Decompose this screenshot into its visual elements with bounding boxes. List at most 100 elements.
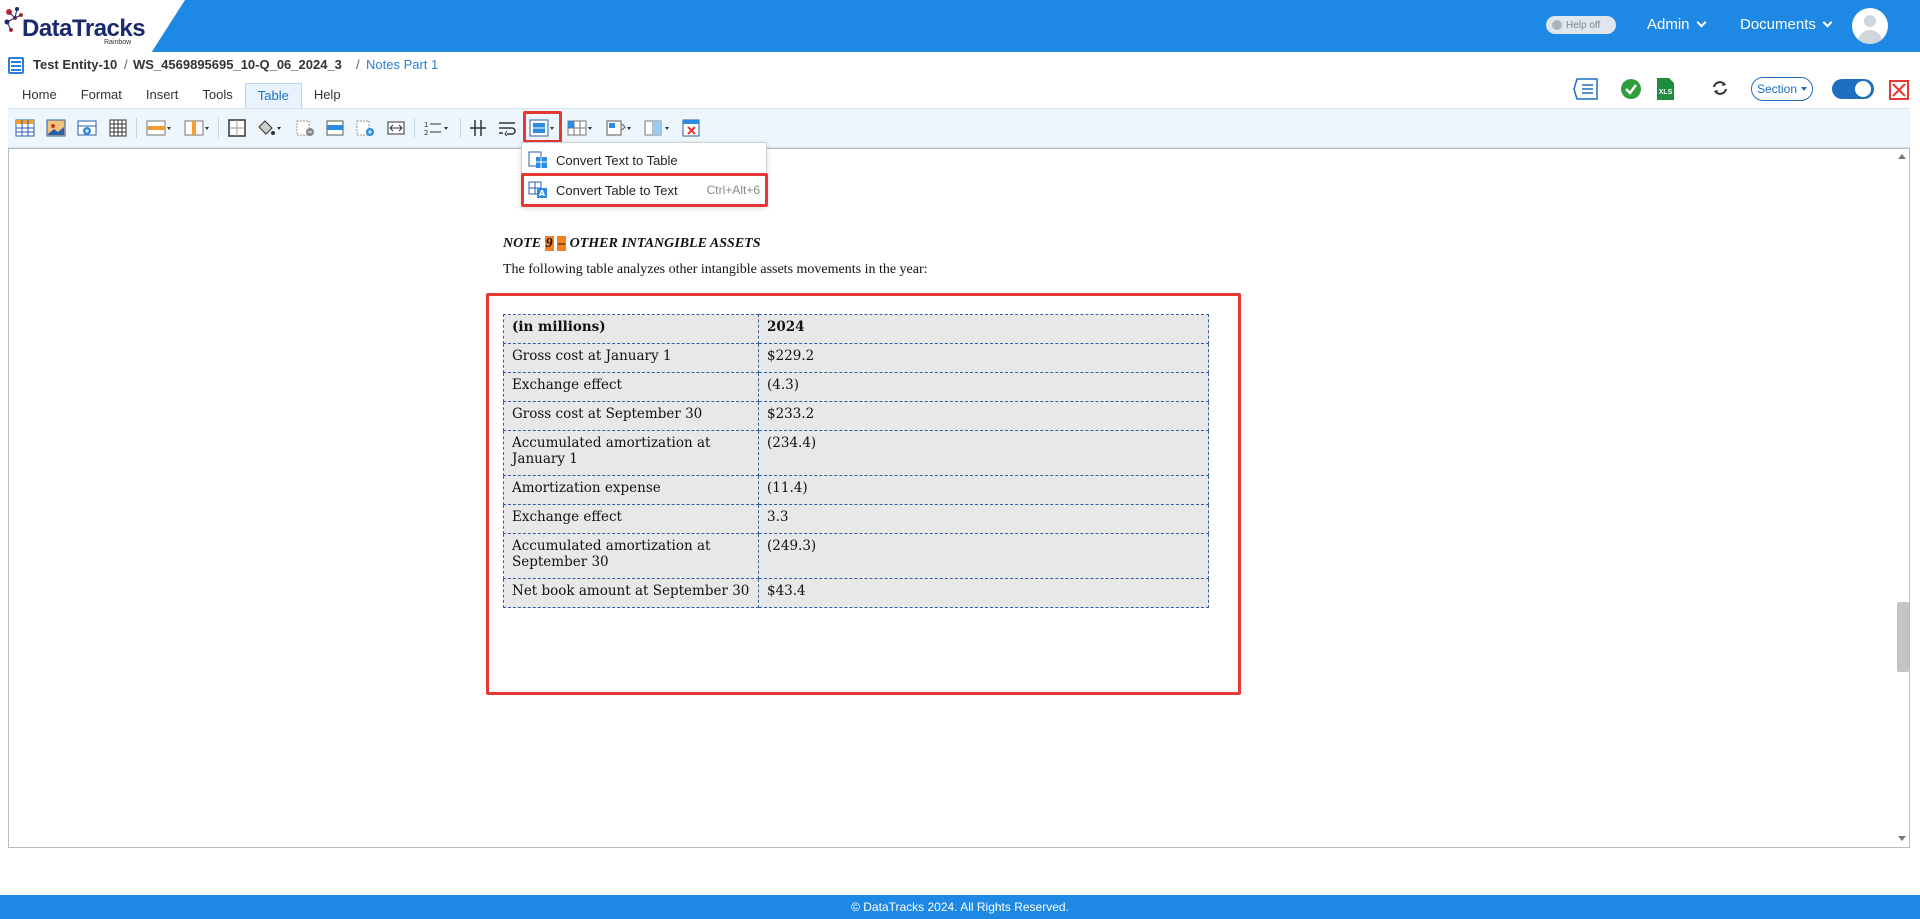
grid-lines-button[interactable] [108,118,128,138]
refresh-button[interactable] [1711,79,1729,97]
fit-width-button[interactable] [386,118,406,138]
borders-button[interactable] [227,118,247,138]
table-row: Gross cost at January 1 $229.2 [503,343,1209,373]
borders-icon [228,119,246,137]
section-dropdown-label: Section [1756,82,1798,96]
table-cell[interactable]: (11.4) [758,475,1209,505]
breadcrumb-entity[interactable]: Test Entity-10 [33,57,117,72]
scroll-up-arrow-icon[interactable] [1898,154,1906,159]
insert-row-above-button[interactable] [77,118,97,138]
note-intro: The following table analyzes other intan… [503,262,928,277]
table-cell[interactable]: Accumulated amortization at September 30 [503,533,759,579]
intangible-assets-table[interactable]: (in millions) 2024 Gross cost at January… [503,314,1209,608]
tab-tools[interactable]: Tools [190,83,244,109]
table-cell[interactable]: Gross cost at January 1 [503,343,759,373]
table-properties-button[interactable] [46,118,66,138]
text-wrap-button[interactable] [497,118,517,138]
section-dropdown[interactable]: Section [1751,77,1813,101]
tab-insert[interactable]: Insert [134,83,191,109]
user-avatar[interactable] [1852,8,1888,44]
table-row: Amortization expense (11.4) [503,475,1209,505]
scrollbar-thumb[interactable] [1897,602,1909,672]
merge-cells-button[interactable] [325,118,345,138]
table-row: Accumulated amortization at January 1 (2… [503,430,1209,476]
table-cell[interactable]: (4.3) [758,372,1209,402]
split-cells-icon [356,120,374,136]
note-heading: NOTE 9 – OTHER INTANGIBLE ASSETS [503,236,761,252]
split-cells-button[interactable] [355,118,375,138]
mode-toggle[interactable] [1832,79,1874,99]
check-badge-icon [1621,79,1641,99]
ribbon-separator [460,118,461,138]
table-cell[interactable]: (in millions) [503,314,759,344]
breadcrumb-separator: / [124,57,128,72]
close-document-button[interactable] [1889,80,1909,100]
fit-width-icon [387,121,405,135]
table-cell[interactable]: Accumulated amortization at January 1 [503,430,759,476]
table-cell[interactable]: (249.3) [758,533,1209,579]
table-layout-dropdown[interactable] [567,118,593,138]
validate-button[interactable] [1620,78,1642,100]
menu-item-label: Convert Text to Table [556,152,678,168]
documents-menu[interactable]: Documents [1740,16,1833,33]
svg-text:2: 2 [424,129,428,137]
breadcrumb-section[interactable]: Notes Part 1 [366,57,438,72]
delete-cell-button[interactable] [295,118,315,138]
cell-alignment-dropdown[interactable] [606,118,632,138]
scroll-down-arrow-icon[interactable] [1898,836,1906,841]
table-grid-icon [15,119,35,137]
tab-help[interactable]: Help [302,83,353,109]
svg-text:XLS: XLS [1659,89,1673,96]
documents-label: Documents [1740,16,1816,33]
shading-dropdown[interactable] [256,118,282,138]
table-cell[interactable]: (234.4) [758,430,1209,476]
help-toggle[interactable]: Help off [1546,16,1616,34]
table-cell[interactable]: Amortization expense [503,475,759,505]
paint-bucket-icon [258,120,281,135]
delete-table-button[interactable] [681,118,701,138]
chevron-down-icon [1822,17,1833,28]
table-cell[interactable]: 2024 [758,314,1209,344]
table-image-icon [46,119,66,137]
table-header-row: (in millions) 2024 [503,314,1209,344]
table-cell[interactable]: $233.2 [758,401,1209,431]
table-row: Gross cost at September 30 $233.2 [503,401,1209,431]
numbered-list-icon: 12 [424,121,448,137]
ribbon-separator [414,118,415,138]
vertical-scrollbar[interactable] [1895,152,1907,846]
table-cell[interactable]: $229.2 [758,343,1209,373]
table-cell[interactable]: Exchange effect [503,504,759,534]
tab-home[interactable]: Home [10,83,69,109]
ribbon-tabs: Home Format Insert Tools Table Help [10,83,353,109]
outline-panel-button[interactable] [1573,77,1599,101]
note-title-text: OTHER INTANGIBLE ASSETS [566,236,761,251]
align-decimal-button[interactable] [468,118,488,138]
insert-table-button[interactable] [15,118,35,138]
row-options-dropdown[interactable] [146,118,172,138]
delete-cell-icon [296,120,314,136]
export-xls-button[interactable]: XLS [1655,77,1675,101]
tab-format[interactable]: Format [69,83,134,109]
table-cell[interactable]: Gross cost at September 30 [503,401,759,431]
admin-menu[interactable]: Admin [1647,16,1706,33]
refresh-icon [1713,81,1727,95]
highlight-convert-table-to-text [521,173,768,207]
table-cell[interactable]: Net book amount at September 30 [503,578,759,608]
chevron-down-icon [1696,17,1706,28]
column-options-dropdown[interactable] [184,118,210,138]
document-icon [8,57,24,74]
table-row: Net book amount at September 30 $43.4 [503,578,1209,608]
cell-options-dropdown[interactable] [644,118,670,138]
table-cell[interactable]: Exchange effect [503,372,759,402]
table-cell[interactable]: 3.3 [758,504,1209,534]
insert-row-icon [77,120,97,136]
help-toggle-label: Help off [1566,19,1601,31]
table-row: Accumulated amortization at September 30… [503,533,1209,579]
tab-table[interactable]: Table [244,83,302,109]
table-cell[interactable]: $43.4 [758,578,1209,608]
number-format-dropdown[interactable]: 12 [423,118,449,138]
cell-options-icon [644,120,669,136]
breadcrumb-workspace[interactable]: WS_4569895695_10-Q_06_2024_3 [133,57,342,72]
table-row: Exchange effect (4.3) [503,372,1209,402]
menu-item-convert-text-to-table[interactable]: Convert Text to Table [522,146,766,174]
